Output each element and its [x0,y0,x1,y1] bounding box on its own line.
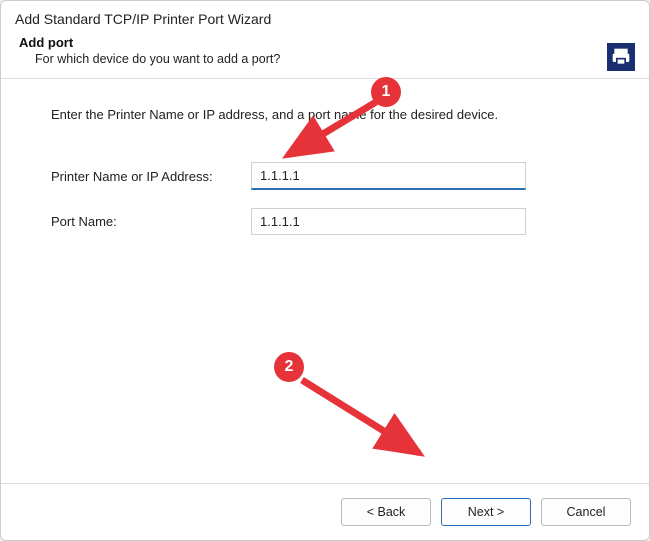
back-button[interactable]: < Back [341,498,431,526]
page-title: Add port [19,35,631,50]
port-name-input[interactable] [251,208,526,235]
wizard-footer: < Back Next > Cancel [1,483,649,540]
port-name-label: Port Name: [51,214,251,229]
printer-icon [607,43,635,71]
printer-address-row: Printer Name or IP Address: [51,162,599,190]
wizard-header: Add Standard TCP/IP Printer Port Wizard … [1,1,649,79]
wizard-dialog: Add Standard TCP/IP Printer Port Wizard … [0,0,650,541]
annotation-callout-2: 2 [274,352,304,382]
page-subtitle: For which device do you want to add a po… [35,52,631,66]
cancel-button[interactable]: Cancel [541,498,631,526]
printer-address-input[interactable] [251,162,526,190]
annotation-arrow-2 [297,375,437,465]
wizard-content: Enter the Printer Name or IP address, an… [1,79,649,483]
wizard-title: Add Standard TCP/IP Printer Port Wizard [15,11,631,27]
next-button[interactable]: Next > [441,498,531,526]
printer-address-label: Printer Name or IP Address: [51,169,251,184]
intro-text: Enter the Printer Name or IP address, an… [51,107,599,122]
annotation-callout-1: 1 [371,77,401,107]
port-name-row: Port Name: [51,208,599,235]
